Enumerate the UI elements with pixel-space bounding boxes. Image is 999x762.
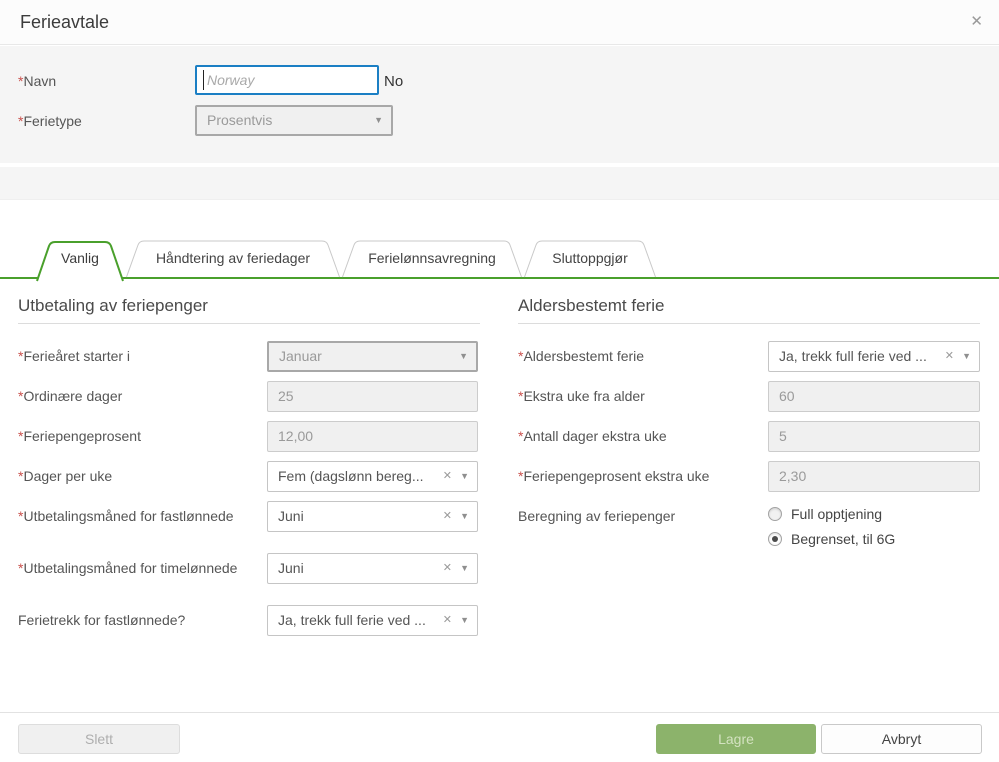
field-label: *Utbetalingsmåned for timelønnede [18, 553, 267, 578]
save-button[interactable]: Lagre [656, 724, 816, 754]
field-label: *Ekstra uke fra alder [518, 381, 768, 406]
field-label: Beregning av feriepenger [518, 501, 768, 526]
feriepengeprosent-ekstra-uke-input: 2,30 [768, 461, 980, 492]
feriepengeprosent-input: 12,00 [267, 421, 478, 452]
field-label: *Feriepengeprosent ekstra uke [518, 461, 768, 486]
left-section-title: Utbetaling av feriepenger [18, 296, 480, 324]
ekstra-uke-fra-alder-input: 60 [768, 381, 980, 412]
field-label: *Antall dager ekstra uke [518, 421, 768, 446]
close-icon[interactable]: ✕ [970, 12, 983, 30]
row-utbetalingsmaned-timelonnede: *Utbetalingsmåned for timelønnede Juni ✕… [18, 553, 480, 584]
field-label: *Utbetalingsmåned for fastlønnede [18, 501, 267, 526]
top-form-section: *Navn No *Ferietype Prosentvis ▼ [0, 46, 999, 163]
right-form-column: *Aldersbestemt ferie Ja, trekk full feri… [518, 341, 982, 565]
radio-group: Full opptjening Begrenset, til 6G [768, 501, 980, 556]
field-label: Ferietrekk for fastlønnede? [18, 605, 267, 630]
tab-vanlig[interactable]: Vanlig [36, 240, 124, 281]
row-ordinaere-dager: *Ordinære dager 25 [18, 381, 480, 412]
radio-icon [768, 507, 782, 521]
tab-handtering-av-feriedager[interactable]: Håndtering av feriedager [126, 240, 340, 278]
field-label: *Dager per uke [18, 461, 267, 486]
tab-label: Håndtering av feriedager [126, 250, 340, 266]
aldersbestemt-ferie-combobox[interactable]: Ja, trekk full ferie ved ... ✕ ▼ [768, 341, 980, 372]
type-field-label: *Ferietype [18, 113, 82, 129]
chevron-down-icon[interactable]: ▼ [962, 342, 971, 371]
field-label: *Ordinære dager [18, 381, 267, 406]
ferietype-select: Prosentvis ▼ [195, 105, 393, 136]
name-input-wrapper [195, 65, 379, 95]
tab-bar: Vanlig Håndtering av feriedager Ferieløn… [0, 240, 999, 281]
name-input[interactable] [197, 67, 377, 93]
tab-label: Vanlig [36, 250, 124, 266]
clear-icon[interactable]: ✕ [443, 462, 452, 491]
row-feriepengeprosent-ekstra-uke: *Feriepengeprosent ekstra uke 2,30 [518, 461, 982, 492]
tab-label: Sluttoppgjør [524, 250, 656, 266]
ferietrekk-combobox[interactable]: Ja, trekk full ferie ved ... ✕ ▼ [267, 605, 478, 636]
row-antall-dager-ekstra-uke: *Antall dager ekstra uke 5 [518, 421, 982, 452]
utbetalingsmaned-fastlonnede-combobox[interactable]: Juni ✕ ▼ [267, 501, 478, 532]
chevron-down-icon[interactable]: ▼ [460, 554, 469, 583]
chevron-down-icon[interactable]: ▼ [460, 606, 469, 635]
clear-icon[interactable]: ✕ [945, 342, 954, 371]
radio-begrenset-til-6g[interactable]: Begrenset, til 6G [768, 531, 980, 547]
spacer-band [0, 167, 999, 200]
row-ferietrekk-fastlonnede: Ferietrekk for fastlønnede? Ja, trekk fu… [18, 605, 480, 636]
cancel-button[interactable]: Avbryt [821, 724, 982, 754]
field-label: *Aldersbestemt ferie [518, 341, 768, 366]
ordinaere-dager-input: 25 [267, 381, 478, 412]
row-aldersbestemt-ferie: *Aldersbestemt ferie Ja, trekk full feri… [518, 341, 982, 372]
clear-icon[interactable]: ✕ [443, 502, 452, 531]
row-beregning-av-feriepenger: Beregning av feriepenger Full opptjening… [518, 501, 982, 556]
radio-full-opptjening[interactable]: Full opptjening [768, 506, 980, 522]
field-label: *Ferieåret starter i [18, 341, 267, 366]
radio-icon [768, 532, 782, 546]
chevron-down-icon[interactable]: ▼ [460, 502, 469, 531]
text-cursor [203, 70, 204, 90]
chevron-down-icon: ▼ [374, 107, 383, 134]
row-feriepengeprosent: *Feriepengeprosent 12,00 [18, 421, 480, 452]
dialog-header: Ferieavtale ✕ [0, 0, 999, 45]
clear-icon[interactable]: ✕ [443, 606, 452, 635]
row-dager-per-uke: *Dager per uke Fem (dagslønn bereg... ✕ … [18, 461, 480, 492]
row-feriearet-starter-i: *Ferieåret starter i Januar ▼ [18, 341, 480, 372]
clear-icon[interactable]: ✕ [443, 554, 452, 583]
feriearet-select: Januar ▼ [267, 341, 478, 372]
dager-per-uke-combobox[interactable]: Fem (dagslønn bereg... ✕ ▼ [267, 461, 478, 492]
left-form-column: *Ferieåret starter i Januar ▼ *Ordinære … [18, 341, 480, 645]
right-section-title: Aldersbestemt ferie [518, 296, 980, 324]
tab-sluttoppgjor[interactable]: Sluttoppgjør [524, 240, 656, 278]
name-field-label: *Navn [18, 73, 56, 89]
delete-button[interactable]: Slett [18, 724, 180, 754]
row-ekstra-uke-fra-alder: *Ekstra uke fra alder 60 [518, 381, 982, 412]
chevron-down-icon: ▼ [459, 343, 468, 370]
page-title: Ferieavtale [20, 12, 109, 33]
utbetalingsmaned-timelonnede-combobox[interactable]: Juni ✕ ▼ [267, 553, 478, 584]
dialog-footer: Slett Lagre Avbryt [0, 712, 999, 762]
country-code-text: No [384, 73, 403, 90]
tab-ferielonnsavregning[interactable]: Ferielønnsavregning [342, 240, 522, 278]
tab-label: Ferielønnsavregning [342, 250, 522, 266]
antall-dager-ekstra-uke-input: 5 [768, 421, 980, 452]
chevron-down-icon[interactable]: ▼ [460, 462, 469, 491]
field-label: *Feriepengeprosent [18, 421, 267, 446]
row-utbetalingsmaned-fastlonnede: *Utbetalingsmåned for fastlønnede Juni ✕… [18, 501, 480, 532]
